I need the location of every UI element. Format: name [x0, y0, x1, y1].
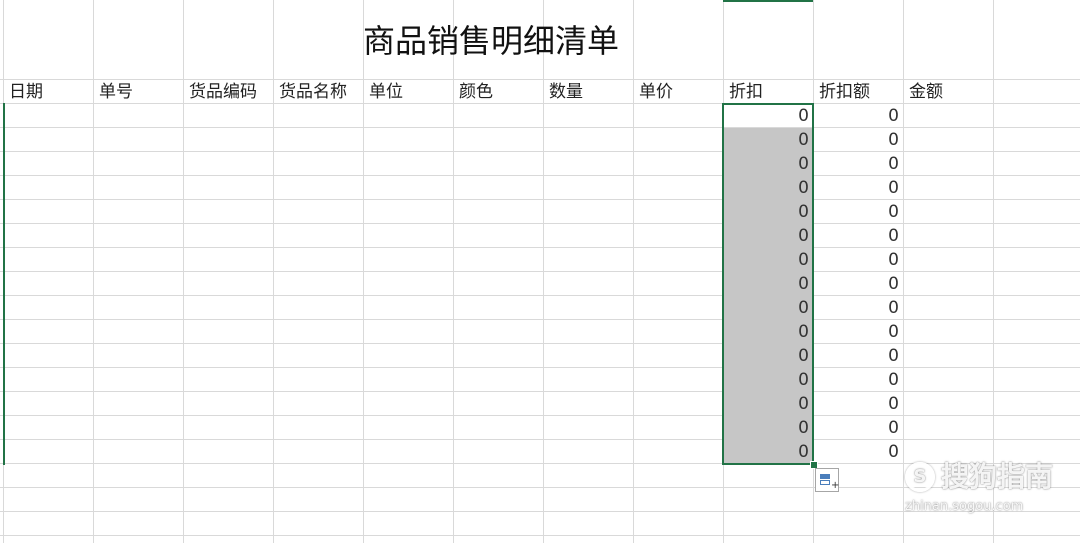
discount-cell[interactable]: 0: [724, 152, 813, 176]
discount-cell[interactable]: 0: [724, 440, 813, 464]
discount-cell[interactable]: 0: [724, 224, 813, 248]
discount-amount-cell[interactable]: 0: [814, 128, 903, 152]
row-gridline: [0, 367, 1080, 368]
discount-amount-cell[interactable]: 0: [814, 392, 903, 416]
discount-amount-cell[interactable]: 0: [814, 152, 903, 176]
column-header-cell[interactable]: 折扣额: [816, 80, 905, 104]
row-gridline: [0, 247, 1080, 248]
row-gridline: [0, 319, 1080, 320]
discount-amount-cell[interactable]: 0: [814, 344, 903, 368]
sheet-title[interactable]: 商品销售明细清单: [363, 18, 663, 64]
column-header-cell[interactable]: 日期: [6, 80, 95, 104]
discount-cell[interactable]: 0: [724, 296, 813, 320]
auto-fill-options-icon: [820, 474, 830, 479]
discount-cell[interactable]: 0: [724, 416, 813, 440]
column-header-cell[interactable]: 数量: [546, 80, 635, 104]
discount-amount-cell[interactable]: 0: [814, 296, 903, 320]
watermark-text: 搜狗指南: [941, 460, 1054, 493]
column-header-cell[interactable]: 折扣: [726, 80, 815, 104]
column-header-cell[interactable]: 单号: [96, 80, 185, 104]
row-gridline: [0, 199, 1080, 200]
auto-fill-options-button[interactable]: +: [815, 468, 839, 492]
discount-cell[interactable]: 0: [724, 392, 813, 416]
plus-icon: +: [831, 480, 840, 491]
row-gridline: [0, 415, 1080, 416]
sogou-logo-icon: S: [905, 462, 935, 492]
discount-cell[interactable]: 0: [724, 200, 813, 224]
row-gridline: [0, 439, 1080, 440]
row-gridline: [0, 151, 1080, 152]
discount-amount-cell[interactable]: 0: [814, 176, 903, 200]
discount-cell[interactable]: 0: [724, 128, 813, 152]
auto-fill-options-icon-part: [820, 480, 830, 485]
discount-amount-cell[interactable]: 0: [814, 416, 903, 440]
discount-cell[interactable]: 0: [724, 320, 813, 344]
row-gridline: [0, 223, 1080, 224]
row-gridline: [0, 295, 1080, 296]
row-gridline: [0, 127, 1080, 128]
discount-amount-cell[interactable]: 0: [814, 368, 903, 392]
row-gridline: [0, 535, 1080, 536]
discount-amount-cell[interactable]: 0: [814, 200, 903, 224]
discount-amount-cell[interactable]: 0: [814, 248, 903, 272]
column-header-cell[interactable]: 货品编码: [186, 80, 275, 104]
column-header-cell[interactable]: 颜色: [456, 80, 545, 104]
column-header-cell[interactable]: 金额: [906, 80, 995, 104]
discount-amount-cell[interactable]: 0: [814, 272, 903, 296]
discount-amount-cell[interactable]: 0: [814, 440, 903, 464]
row-gridline: [0, 271, 1080, 272]
discount-cell[interactable]: 0: [724, 344, 813, 368]
discount-cell[interactable]: 0: [724, 248, 813, 272]
discount-cell[interactable]: 0: [724, 368, 813, 392]
column-header-cell[interactable]: 单位: [366, 80, 455, 104]
discount-amount-cell[interactable]: 0: [814, 104, 903, 128]
discount-cell[interactable]: 0: [724, 176, 813, 200]
selected-column-indicator: [723, 0, 813, 2]
watermark: S 搜狗指南 zhinan.sogou.com: [905, 458, 1075, 518]
discount-amount-cell[interactable]: 0: [814, 320, 903, 344]
discount-cell[interactable]: 0: [724, 104, 813, 128]
discount-cell[interactable]: 0: [724, 272, 813, 296]
row-gridline: [0, 343, 1080, 344]
row-selection-indicator: [3, 103, 5, 465]
discount-amount-cell[interactable]: 0: [814, 224, 903, 248]
column-header-cell[interactable]: 单价: [636, 80, 725, 104]
row-gridline: [0, 391, 1080, 392]
row-gridline: [0, 175, 1080, 176]
column-header-cell[interactable]: 货品名称: [276, 80, 365, 104]
watermark-url: zhinan.sogou.com: [905, 499, 1024, 514]
